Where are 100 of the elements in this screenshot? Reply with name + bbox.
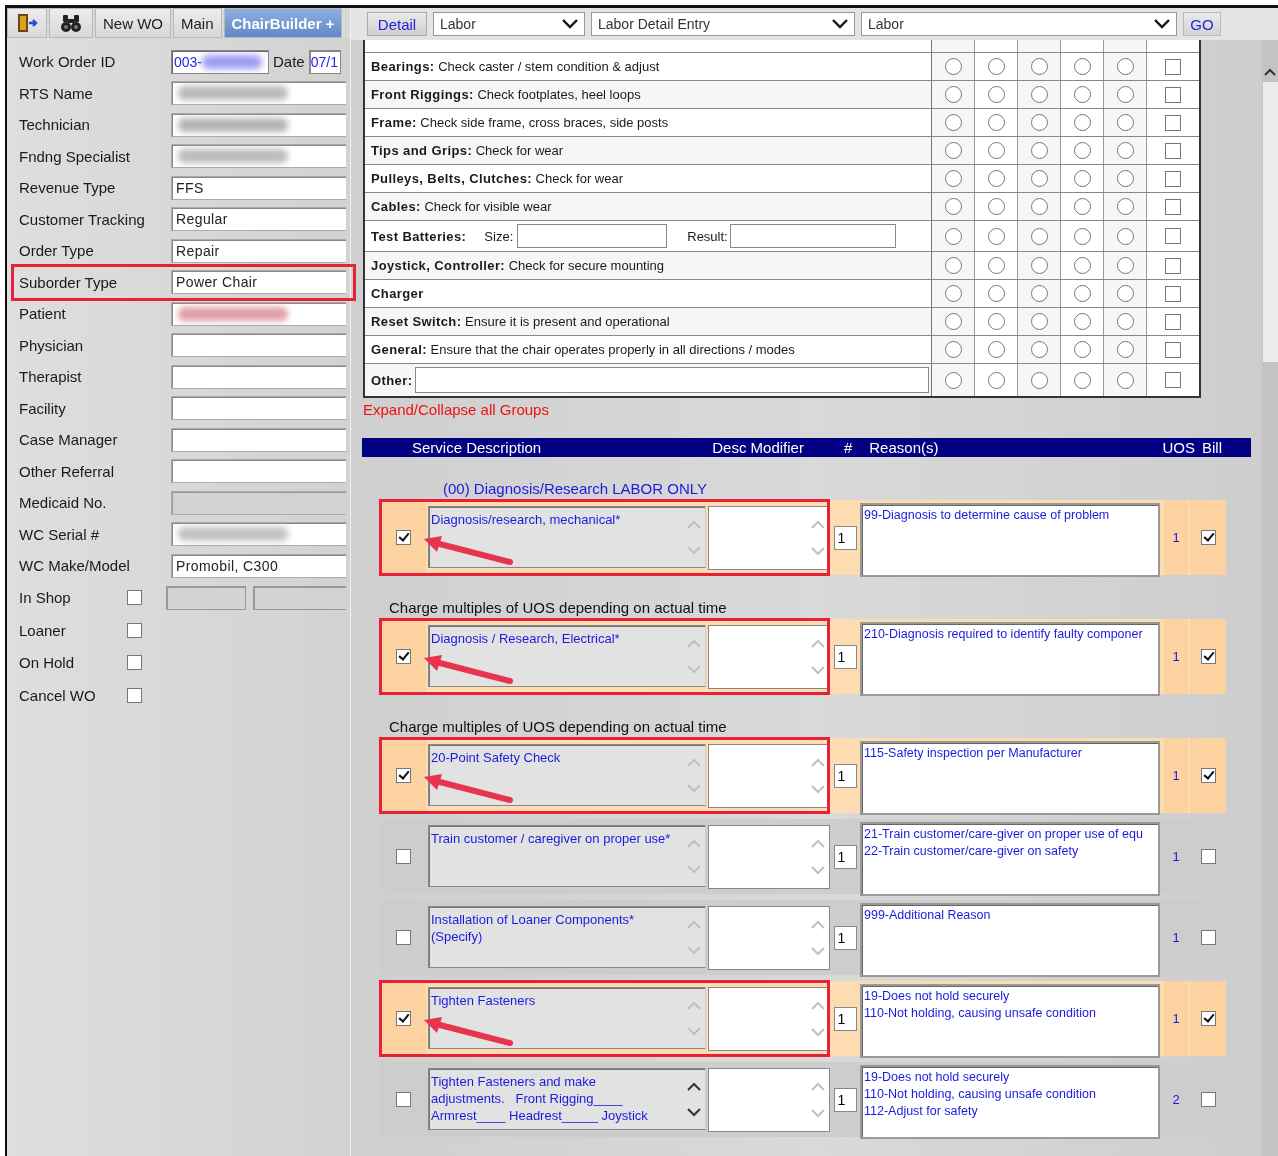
radio-button[interactable] (987, 313, 1005, 330)
radio-button[interactable] (944, 142, 962, 159)
radio-button[interactable] (944, 198, 962, 215)
radio-button[interactable] (1030, 371, 1048, 389)
checkbox[interactable] (1165, 170, 1181, 187)
checkbox[interactable] (396, 649, 411, 664)
quantity-field[interactable]: 1 (833, 525, 857, 550)
radio-button[interactable] (1073, 142, 1091, 159)
dropdown[interactable]: Labor (861, 12, 1177, 36)
input-field[interactable] (171, 427, 346, 452)
checkbox[interactable] (1165, 114, 1181, 131)
radio-button[interactable] (1030, 313, 1048, 330)
radio-button[interactable] (1116, 371, 1134, 389)
tab[interactable]: Main (173, 8, 222, 38)
checkbox[interactable] (127, 687, 142, 703)
radio-button[interactable] (1030, 86, 1048, 103)
checkbox[interactable] (1200, 1011, 1216, 1026)
radio-button[interactable] (1073, 341, 1091, 358)
radio-button[interactable] (987, 170, 1005, 187)
checkbox[interactable] (1165, 142, 1181, 159)
input-field[interactable]: Power Chair (171, 270, 346, 295)
input-field[interactable] (517, 224, 668, 248)
radio-button[interactable] (1073, 114, 1091, 131)
quantity-field[interactable]: 1 (833, 1006, 857, 1031)
input-field[interactable]: FFS (171, 175, 346, 200)
radio-button[interactable] (1030, 227, 1048, 245)
radio-button[interactable] (1030, 257, 1048, 274)
radio-button[interactable] (1116, 198, 1134, 215)
radio-button[interactable] (944, 170, 962, 187)
chevron-up-icon[interactable] (687, 1081, 701, 1091)
checkbox[interactable] (127, 655, 142, 671)
quantity-field[interactable]: 1 (833, 1087, 857, 1112)
radio-button[interactable] (1073, 198, 1091, 215)
checkbox[interactable] (396, 930, 411, 945)
checkbox[interactable] (1200, 649, 1216, 664)
quantity-field[interactable]: 1 (833, 844, 857, 869)
radio-button[interactable] (987, 285, 1005, 302)
reason-field[interactable]: 19-Does not hold securely 110-Not holding, causing unsafe condition 112-Adjust for safety (860, 1065, 1160, 1139)
checkbox[interactable] (127, 590, 142, 606)
radio-button[interactable] (944, 58, 962, 75)
checkbox[interactable] (396, 768, 411, 783)
reason-field[interactable]: 999-Additional Reason (860, 903, 1160, 977)
radio-button[interactable] (944, 341, 962, 358)
quantity-field[interactable]: 1 (833, 925, 857, 950)
quantity-field[interactable]: 1 (833, 644, 857, 669)
checkbox[interactable] (1165, 285, 1181, 302)
checkbox[interactable] (1200, 530, 1216, 545)
radio-button[interactable] (1030, 170, 1048, 187)
reason-field[interactable]: 210-Diagnosis required to identify faulty componer (860, 622, 1160, 696)
dropdown[interactable]: Labor Detail Entry (591, 12, 855, 36)
input-field[interactable] (171, 81, 346, 106)
radio-button[interactable] (987, 341, 1005, 358)
radio-button[interactable] (1073, 170, 1091, 187)
reason-field[interactable]: 115-Safety inspection per Manufacturer (860, 741, 1160, 815)
input-field[interactable] (415, 367, 929, 393)
radio-button[interactable] (1073, 227, 1091, 245)
checkbox[interactable] (1200, 1092, 1216, 1107)
quantity-field[interactable]: 1 (833, 763, 857, 788)
checkbox[interactable] (1200, 768, 1216, 783)
input-field[interactable] (171, 396, 346, 421)
radio-button[interactable] (1030, 142, 1048, 159)
checkbox[interactable] (396, 530, 411, 545)
input-field[interactable] (171, 333, 346, 358)
radio-button[interactable] (1116, 341, 1134, 358)
radio-button[interactable] (1030, 198, 1048, 215)
input-field[interactable] (171, 301, 346, 326)
checkbox[interactable] (127, 622, 142, 638)
input-field[interactable] (729, 224, 896, 248)
radio-button[interactable] (987, 58, 1005, 75)
radio-button[interactable] (1116, 58, 1134, 75)
checkbox[interactable] (1165, 198, 1181, 215)
radio-button[interactable] (987, 114, 1005, 131)
radio-button[interactable] (944, 371, 962, 389)
radio-button[interactable] (1073, 313, 1091, 330)
reason-field[interactable]: 99-Diagnosis to determine cause of problem (860, 503, 1160, 577)
input-field[interactable] (171, 112, 346, 137)
checkbox[interactable] (396, 849, 411, 864)
search-tab[interactable] (49, 8, 93, 38)
radio-button[interactable] (1073, 58, 1091, 75)
input-field[interactable]: Regular (171, 207, 346, 232)
radio-button[interactable] (944, 285, 962, 302)
radio-button[interactable] (1116, 170, 1134, 187)
radio-button[interactable] (944, 227, 962, 245)
radio-button[interactable] (987, 142, 1005, 159)
input-field[interactable]: 07/1 (308, 49, 341, 74)
radio-button[interactable] (987, 227, 1005, 245)
radio-button[interactable] (1030, 341, 1048, 358)
description-field[interactable]: Tighten Fasteners and make adjustments. Front Rigging____ Armrest____ Headrest_____ Joystick (428, 1068, 706, 1130)
scroll-up-icon[interactable] (1264, 68, 1276, 76)
radio-button[interactable] (1116, 142, 1134, 159)
input-field[interactable] (171, 522, 346, 547)
checkbox[interactable] (1165, 228, 1181, 244)
radio-button[interactable] (987, 198, 1005, 215)
tab[interactable]: New WO (95, 8, 171, 38)
input-field[interactable] (171, 459, 346, 484)
reason-field[interactable]: 21-Train customer/care-giver on proper use of equ 22-Train customer/care-giver on safety (860, 822, 1160, 896)
checkbox[interactable] (1165, 86, 1181, 103)
reason-field[interactable]: 19-Does not hold securely 110-Not holding, causing unsafe condition (860, 984, 1160, 1058)
radio-button[interactable] (1030, 114, 1048, 131)
input-field[interactable]: Promobil, C300 (171, 553, 346, 578)
